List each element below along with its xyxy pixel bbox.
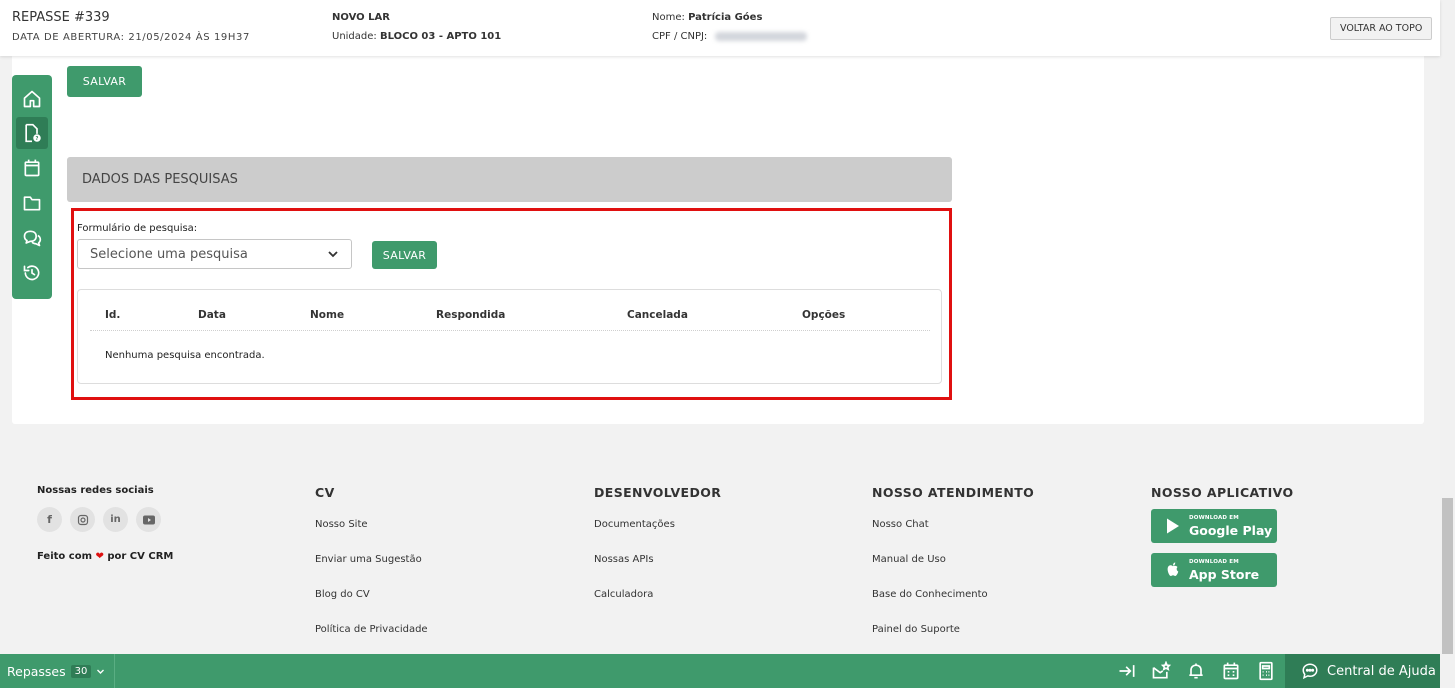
page-title: REPASSE #339 (12, 10, 110, 25)
help-center-button[interactable]: Central de Ajuda (1285, 654, 1440, 688)
survey-form-label: Formulário de pesquisa: (77, 223, 198, 234)
column-header-id: Id. (105, 309, 121, 321)
made-with-suffix: por CV CRM (107, 551, 174, 562)
column-header-name: Nome (310, 309, 345, 321)
nav-folder[interactable] (16, 187, 48, 219)
facebook-icon[interactable]: f (37, 507, 62, 532)
nav-calendar[interactable] (16, 152, 48, 184)
chat-bubble-icon (1302, 663, 1318, 680)
footer-title-cv: CV (315, 485, 335, 500)
scrollbar-thumb[interactable] (1442, 498, 1453, 654)
nav-home[interactable] (16, 83, 48, 115)
blurred-document-value (714, 31, 807, 41)
google-play-button[interactable]: DOWNLOAD EM Google Play (1151, 509, 1277, 543)
calendar-icon[interactable] (1221, 661, 1241, 681)
column-header-cancelled: Cancelada (627, 309, 688, 321)
survey-select-value: Selecione uma pesquisa (90, 246, 248, 262)
unit-label: Unidade: (332, 31, 377, 42)
linkedin-icon[interactable]: in (103, 507, 128, 532)
google-play-icon (1167, 518, 1179, 534)
chevron-down-icon (328, 251, 338, 258)
surveys-table: Id. Data Nome Respondida Cancelada Opçõe… (77, 289, 942, 384)
client-name: Nome: Patrícia Góes (652, 12, 762, 23)
surveys-section-header: DADOS DAS PESQUISAS (67, 157, 952, 202)
unit-value: BLOCO 03 - APTO 101 (379, 31, 502, 42)
name-label: Nome: (652, 12, 685, 23)
google-play-small: DOWNLOAD EM (1189, 515, 1239, 521)
youtube-icon[interactable] (136, 507, 161, 532)
bottom-bar: Repasses 30 Central de Ajuda (0, 654, 1440, 688)
instagram-icon[interactable] (70, 507, 95, 532)
section-title: DADOS DAS PESQUISAS (82, 172, 238, 187)
calendar-icon (24, 159, 40, 177)
mail-star-icon[interactable] (1151, 661, 1171, 681)
footer-link-manual[interactable]: Manual de Uso (872, 554, 946, 565)
history-icon (23, 265, 40, 281)
nav-history[interactable] (16, 257, 48, 289)
opening-date: DATA DE ABERTURA: 21/05/2024 ÀS 19H37 (12, 32, 250, 43)
chat-icon (23, 230, 42, 247)
client-document: CPF / CNPJ: (652, 31, 807, 42)
footer-link-site[interactable]: Nosso Site (315, 519, 368, 530)
folder-icon (23, 196, 41, 211)
footer-link-docs[interactable]: Documentações (594, 519, 675, 530)
home-icon (23, 90, 41, 108)
doc-label: CPF / CNPJ: (652, 31, 708, 42)
empty-table-message: Nenhuma pesquisa encontrada. (105, 350, 265, 361)
name-value: Patrícia Góes (688, 12, 763, 23)
back-to-top-button[interactable]: VOLTAR AO TOPO (1330, 17, 1433, 40)
calculator-icon[interactable] (1256, 661, 1276, 681)
bell-icon[interactable] (1186, 661, 1206, 681)
project-name: NOVO LAR (332, 12, 390, 23)
footer-title-support: NOSSO ATENDIMENTO (872, 485, 1035, 500)
google-play-label: Google Play (1189, 523, 1273, 538)
apple-icon (1167, 562, 1179, 576)
footer-link-panel[interactable]: Painel do Suporte (872, 624, 960, 635)
column-header-options: Opções (802, 309, 846, 321)
footer-link-knowledge[interactable]: Base do Conhecimento (872, 589, 988, 600)
save-button-top[interactable]: SALVAR (67, 66, 142, 97)
heart-icon: ❤ (95, 551, 104, 562)
survey-select[interactable]: Selecione uma pesquisa (77, 239, 352, 269)
document-question-icon: ? (25, 123, 41, 143)
footer-link-blog[interactable]: Blog do CV (315, 589, 370, 600)
side-nav: ? (12, 75, 52, 299)
footer-title-app: NOSSO APLICATIVO (1151, 485, 1294, 500)
unit-info: Unidade: BLOCO 03 - APTO 101 (332, 31, 501, 42)
table-divider (90, 330, 930, 331)
module-count-badge: 30 (70, 664, 92, 678)
footer-link-calculator[interactable]: Calculadora (594, 589, 653, 600)
nav-chat[interactable] (16, 222, 48, 254)
column-header-date: Data (198, 309, 226, 321)
collapse-right-icon[interactable] (1117, 661, 1137, 681)
save-survey-button[interactable]: SALVAR (372, 241, 437, 269)
page-scrollbar[interactable] (1440, 0, 1455, 688)
svg-text:?: ? (36, 136, 39, 142)
module-name: Repasses (7, 663, 66, 679)
footer-link-suggestion[interactable]: Enviar uma Sugestão (315, 554, 422, 565)
footer-link-privacy[interactable]: Política de Privacidade (315, 624, 428, 635)
app-store-button[interactable]: DOWNLOAD EM App Store (1151, 553, 1277, 587)
footer-link-apis[interactable]: Nossas APIs (594, 554, 654, 565)
social-title: Nossas redes sociais (37, 485, 154, 496)
footer-title-developer: DESENVOLVEDOR (594, 485, 722, 500)
top-header: REPASSE #339 DATA DE ABERTURA: 21/05/202… (0, 0, 1440, 56)
chevron-down-icon (97, 669, 105, 674)
module-switcher[interactable]: Repasses 30 (0, 654, 115, 688)
nav-surveys[interactable]: ? (16, 117, 48, 149)
column-header-answered: Respondida (436, 309, 506, 321)
made-with-love: Feito com ❤ por CV CRM (37, 551, 173, 562)
help-center-label: Central de Ajuda (1327, 663, 1436, 679)
app-store-label: App Store (1189, 567, 1260, 582)
footer-link-chat[interactable]: Nosso Chat (872, 519, 929, 530)
made-with-prefix: Feito com (37, 551, 92, 562)
app-store-small: DOWNLOAD EM (1189, 559, 1239, 565)
